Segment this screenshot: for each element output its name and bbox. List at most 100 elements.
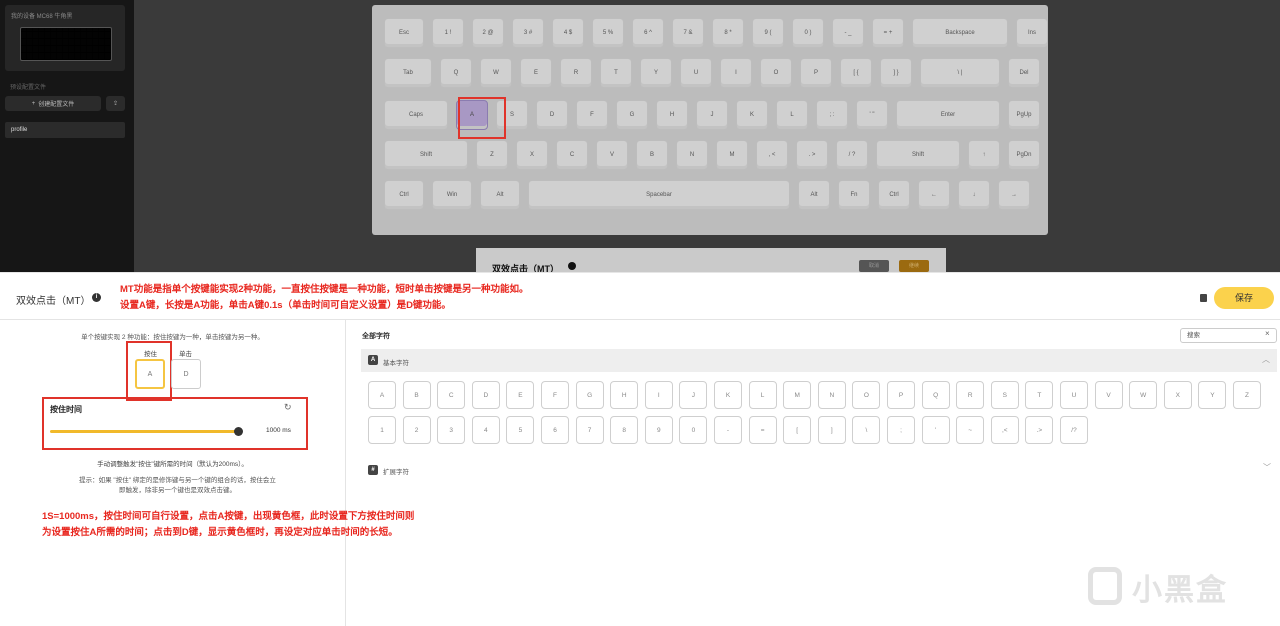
info-icon[interactable]: i (92, 293, 101, 302)
key-3[interactable]: 3 # (512, 18, 544, 48)
key-[interactable]: = + (872, 18, 904, 48)
char-key[interactable]: Y (1198, 381, 1227, 409)
key-backspace[interactable]: Backspace (912, 18, 1008, 48)
char-key[interactable]: ' (921, 416, 950, 444)
key-n[interactable]: N (676, 140, 708, 170)
cancel-button[interactable]: 取消 (859, 260, 889, 272)
hold-time-slider[interactable] (50, 430, 238, 433)
key-z[interactable]: Z (476, 140, 508, 170)
key-shift[interactable]: Shift (384, 140, 468, 170)
char-key[interactable]: 4 (471, 416, 500, 444)
key-g[interactable]: G (616, 100, 648, 130)
char-key[interactable]: G (575, 381, 604, 409)
char-key[interactable]: ; (887, 416, 915, 444)
key-ctrl[interactable]: Ctrl (384, 180, 424, 210)
char-key[interactable]: ] (817, 416, 846, 444)
key-ins[interactable]: Ins (1016, 18, 1048, 48)
key-v[interactable]: V (596, 140, 628, 170)
char-key[interactable]: = (748, 416, 777, 444)
char-key[interactable]: K (714, 381, 742, 409)
char-key[interactable]: 6 (541, 416, 569, 444)
char-key[interactable]: 3 (437, 416, 466, 444)
device-card[interactable]: 我的设备 MC68 牛角黑 (5, 5, 125, 71)
char-key[interactable]: C (437, 381, 466, 409)
char-key[interactable]: 7 (575, 416, 604, 444)
key-esc[interactable]: Esc (384, 18, 424, 48)
key-7[interactable]: 7 & (672, 18, 704, 48)
char-key[interactable]: /? (1060, 416, 1088, 444)
key-r[interactable]: R (560, 58, 592, 88)
key-enter[interactable]: Enter (896, 100, 1000, 130)
key-d[interactable]: D (536, 100, 568, 130)
char-key[interactable]: B (402, 381, 431, 409)
char-key[interactable]: R (956, 381, 985, 409)
key-p[interactable]: P (800, 58, 832, 88)
char-key[interactable]: P (887, 381, 915, 409)
key-0[interactable]: 0 ) (792, 18, 824, 48)
trash-icon[interactable] (1200, 294, 1207, 302)
save-button[interactable]: 保存 (1214, 287, 1274, 309)
key-t[interactable]: T (600, 58, 632, 88)
continue-button[interactable]: 继续 (899, 260, 929, 272)
key-[interactable]: ↓ (958, 180, 990, 210)
key-shift[interactable]: Shift (876, 140, 960, 170)
key-w[interactable]: W (480, 58, 512, 88)
char-key[interactable]: S (990, 381, 1019, 409)
key-pgup[interactable]: PgUp (1008, 100, 1040, 130)
key-2[interactable]: 2 @ (472, 18, 504, 48)
key-[interactable]: ← (918, 180, 950, 210)
key-[interactable]: - _ (832, 18, 864, 48)
char-key[interactable]: A (368, 381, 396, 409)
char-key[interactable]: ~ (956, 416, 985, 444)
char-key[interactable]: \ (852, 416, 881, 444)
key-caps[interactable]: Caps (384, 100, 448, 130)
key-alt[interactable]: Alt (798, 180, 830, 210)
key-y[interactable]: Y (640, 58, 672, 88)
slider-handle[interactable] (234, 427, 243, 436)
key-6[interactable]: 6 ^ (632, 18, 664, 48)
key-[interactable]: . > (796, 140, 828, 170)
key-m[interactable]: M (716, 140, 748, 170)
char-key[interactable]: L (748, 381, 777, 409)
key-[interactable]: , < (756, 140, 788, 170)
char-key[interactable]: 1 (368, 416, 396, 444)
key-ctrl[interactable]: Ctrl (878, 180, 910, 210)
char-key[interactable]: I (644, 381, 673, 409)
char-key[interactable]: .> (1025, 416, 1054, 444)
key-4[interactable]: 4 $ (552, 18, 584, 48)
key-spacebar[interactable]: Spacebar (528, 180, 790, 210)
char-key[interactable]: O (852, 381, 881, 409)
key-alt[interactable]: Alt (480, 180, 520, 210)
key-[interactable]: ↑ (968, 140, 1000, 170)
key-pgdn[interactable]: PgDn (1008, 140, 1040, 170)
char-key[interactable]: 9 (644, 416, 673, 444)
char-key[interactable]: M (783, 381, 812, 409)
char-key[interactable]: H (610, 381, 639, 409)
search-input[interactable]: 搜索 (1180, 328, 1277, 343)
char-key[interactable]: 5 (506, 416, 535, 444)
key-k[interactable]: K (736, 100, 768, 130)
key-j[interactable]: J (696, 100, 728, 130)
key-q[interactable]: Q (440, 58, 472, 88)
key-8[interactable]: 8 * (712, 18, 744, 48)
tap-key-slot[interactable]: D (171, 359, 201, 389)
profile-item[interactable]: profile (5, 122, 125, 138)
key-l[interactable]: L (776, 100, 808, 130)
key-tab[interactable]: Tab (384, 58, 432, 88)
close-icon[interactable]: × (1265, 329, 1270, 338)
reset-icon[interactable]: ↻ (284, 402, 292, 413)
key-x[interactable]: X (516, 140, 548, 170)
key-u[interactable]: U (680, 58, 712, 88)
char-key[interactable]: V (1094, 381, 1123, 409)
char-key[interactable]: X (1163, 381, 1192, 409)
char-key[interactable]: J (679, 381, 708, 409)
char-key[interactable]: 0 (679, 416, 708, 444)
char-key[interactable]: T (1025, 381, 1054, 409)
char-key[interactable]: 2 (402, 416, 431, 444)
key-del[interactable]: Del (1008, 58, 1040, 88)
key-[interactable]: ] } (880, 58, 912, 88)
key-1[interactable]: 1 ! (432, 18, 464, 48)
char-key[interactable]: U (1060, 381, 1088, 409)
key-h[interactable]: H (656, 100, 688, 130)
key-[interactable]: / ? (836, 140, 868, 170)
